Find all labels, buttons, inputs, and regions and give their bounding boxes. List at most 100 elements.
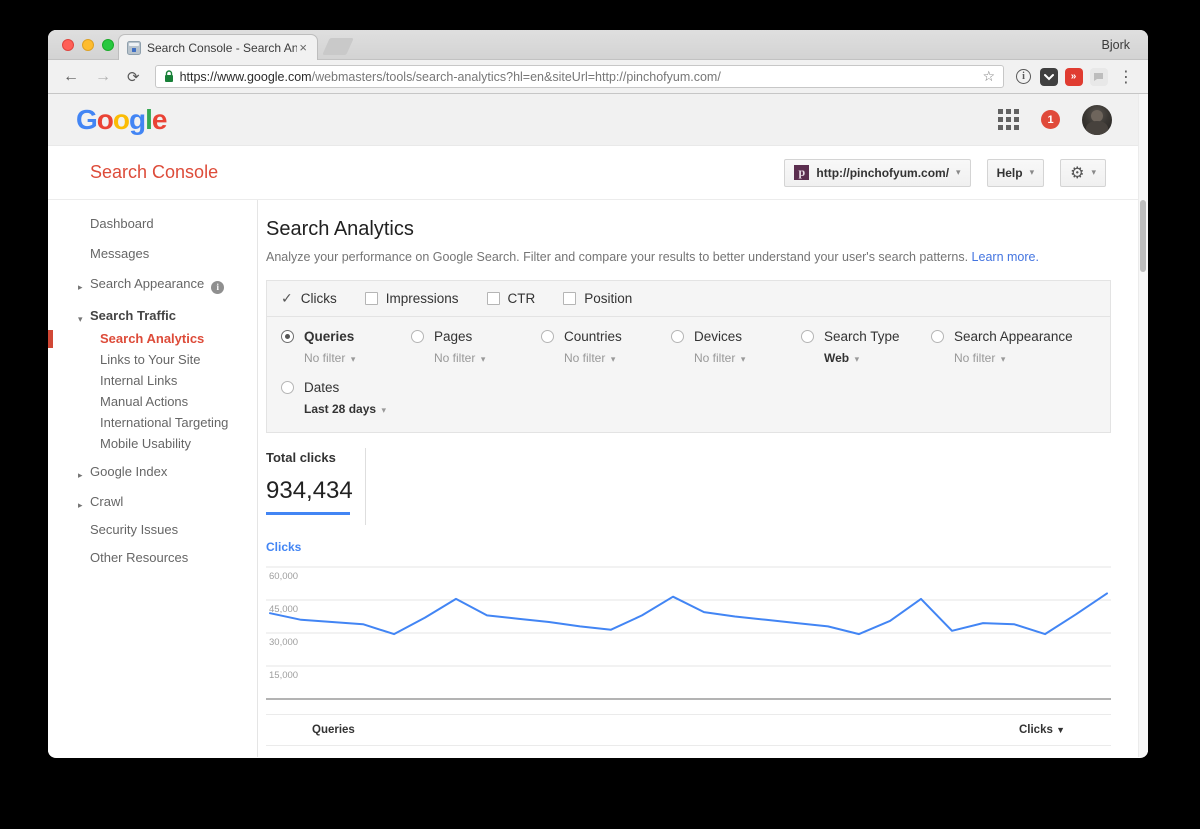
- metric-checkbox-clicks[interactable]: ✓Clicks: [281, 290, 337, 307]
- dimension-filter-countries[interactable]: No filter ▾: [564, 351, 671, 365]
- total-clicks-label: Total clicks: [266, 450, 365, 465]
- info-extension-icon[interactable]: i: [1014, 67, 1033, 86]
- pocket-extension-icon[interactable]: [1039, 67, 1058, 86]
- column-clicks-sort[interactable]: Clicks ▼: [1019, 724, 1065, 736]
- dimension-radio-devices[interactable]: Devices: [671, 329, 801, 344]
- red-extension-icon[interactable]: »: [1064, 67, 1083, 86]
- metric-checkbox-impressions[interactable]: Impressions: [365, 291, 459, 306]
- google-apps-icon[interactable]: [998, 109, 1019, 130]
- sidebar-item-crawl[interactable]: ▸ Crawl: [48, 494, 257, 510]
- sort-desc-icon: ▼: [1056, 725, 1065, 735]
- dimension-radio-countries[interactable]: Countries: [541, 329, 671, 344]
- browser-window: Search Console - Search Analy × Bjork ← …: [48, 30, 1148, 758]
- metric-checkbox-position[interactable]: Position: [563, 291, 632, 306]
- y-axis-tick-label: 30,000: [269, 637, 298, 648]
- page-description: Analyze your performance on Google Searc…: [266, 250, 1111, 264]
- page-scrollbar[interactable]: [1138, 94, 1148, 757]
- radio-empty: [281, 381, 294, 394]
- dimension-radio-pages[interactable]: Pages: [411, 329, 541, 344]
- sidebar-item-manual-actions[interactable]: Manual Actions: [48, 394, 257, 410]
- window-zoom-button[interactable]: [102, 39, 114, 51]
- sidebar-item-label: Internal Links: [100, 373, 177, 388]
- settings-dropdown[interactable]: ⚙ ▾: [1060, 159, 1106, 187]
- filter-value: Web: [824, 351, 849, 365]
- metric-checkbox-ctr[interactable]: CTR: [487, 291, 536, 306]
- dimension-label: Search Appearance: [954, 329, 1073, 344]
- dimension-filter-search-appearance[interactable]: No filter ▾: [954, 351, 1096, 365]
- desktop-background: Search Console - Search Analy × Bjork ← …: [0, 0, 1200, 829]
- sidebar-item-security-issues[interactable]: Security Issues: [48, 522, 257, 538]
- chrome-profile-name[interactable]: Bjork: [1102, 38, 1130, 52]
- sidebar-item-label: Search Appearance: [90, 276, 204, 291]
- dimension-label: Devices: [694, 329, 742, 344]
- site-selector-dropdown[interactable]: p http://pinchofyum.com/ ▾: [784, 159, 970, 187]
- main-content: Search Analytics Analyze your performanc…: [258, 200, 1148, 757]
- dimension-radio-dates[interactable]: Dates: [281, 380, 411, 395]
- https-lock-icon: [164, 70, 174, 83]
- chrome-menu-icon[interactable]: ⋮: [1114, 67, 1138, 87]
- back-button[interactable]: ←: [58, 67, 84, 87]
- metric-label: Impressions: [386, 291, 459, 306]
- sidebar-item-links-to-your-site[interactable]: Links to Your Site: [48, 352, 257, 368]
- totals-section: Total clicks 934,434: [266, 448, 1111, 525]
- dimension-filter-queries[interactable]: No filter ▾: [304, 351, 411, 365]
- radio-empty: [411, 330, 424, 343]
- dimensions-area: Queries No filter ▾ Pages No filter ▾ Countr…: [267, 317, 1110, 432]
- account-avatar[interactable]: [1082, 105, 1112, 135]
- window-minimize-button[interactable]: [82, 39, 94, 51]
- product-title[interactable]: Search Console: [90, 162, 218, 183]
- dimension-label: Countries: [564, 329, 622, 344]
- sidebar-item-international-targeting[interactable]: International Targeting: [48, 415, 257, 431]
- gear-icon: ⚙: [1070, 163, 1084, 183]
- sidebar-item-other-resources[interactable]: Other Resources: [48, 550, 257, 566]
- site-favicon: p: [794, 165, 809, 180]
- sidebar-item-label: Mobile Usability: [100, 436, 191, 451]
- sidebar-item-label: Crawl: [90, 494, 123, 509]
- address-bar[interactable]: https://www.google.com/webmasters/tools/…: [155, 65, 1004, 88]
- filter-value: No filter: [434, 351, 475, 365]
- sidebar-item-messages[interactable]: Messages: [48, 246, 257, 262]
- filter-value: No filter: [954, 351, 995, 365]
- column-queries[interactable]: Queries: [312, 724, 355, 736]
- radio-empty: [541, 330, 554, 343]
- tab-favicon-icon: [127, 41, 141, 55]
- chevron-down-icon: ▾: [608, 354, 615, 364]
- dimension-label: Pages: [434, 329, 472, 344]
- info-icon[interactable]: i: [211, 281, 224, 294]
- sidebar-item-label: Search Analytics: [100, 331, 204, 346]
- dimension-filter-devices[interactable]: No filter ▾: [694, 351, 801, 365]
- total-clicks-card[interactable]: Total clicks 934,434: [266, 448, 366, 525]
- sidebar-nav: Dashboard Messages ▸ Search Appearance i ▾Sea…: [48, 200, 258, 757]
- sidebar-item-label: Messages: [90, 246, 149, 261]
- reload-button[interactable]: ⟳: [122, 66, 145, 88]
- dimension-filter-pages[interactable]: No filter ▾: [434, 351, 541, 365]
- notifications-badge[interactable]: 1: [1041, 110, 1060, 129]
- filter-value: No filter: [564, 351, 605, 365]
- dimension-filter-search-type[interactable]: Web ▾: [824, 351, 931, 365]
- bookmark-star-icon[interactable]: ☆: [982, 68, 995, 85]
- google-logo[interactable]: Google: [76, 104, 166, 136]
- sidebar-item-google-index[interactable]: ▸Google Index: [48, 464, 257, 480]
- help-dropdown[interactable]: Help ▾: [987, 159, 1045, 187]
- window-close-button[interactable]: [62, 39, 74, 51]
- dimension-filter-dates[interactable]: Last 28 days ▾: [304, 402, 411, 416]
- chat-extension-icon[interactable]: [1089, 67, 1108, 86]
- sidebar-item-search-analytics[interactable]: Search Analytics: [48, 331, 257, 347]
- sidebar-item-mobile-usability[interactable]: Mobile Usability: [48, 436, 257, 452]
- chevron-right-icon: ▸: [78, 497, 83, 513]
- sidebar-item-internal-links[interactable]: Internal Links: [48, 373, 257, 389]
- browser-tab[interactable]: Search Console - Search Analy ×: [118, 34, 318, 60]
- sidebar-item-search-appearance[interactable]: ▸Search Appearancei: [48, 276, 257, 294]
- new-tab-button[interactable]: [322, 38, 354, 55]
- sidebar-item-dashboard[interactable]: Dashboard: [48, 216, 257, 232]
- url-text[interactable]: https://www.google.com/webmasters/tools/…: [180, 70, 977, 84]
- dimension-radio-search-appearance[interactable]: Search Appearance: [931, 329, 1096, 344]
- learn-more-link[interactable]: Learn more.: [972, 250, 1039, 264]
- dimension-radio-search-type[interactable]: Search Type: [801, 329, 931, 344]
- selected-indicator: [48, 330, 53, 348]
- sidebar-item-search-traffic[interactable]: ▾Search Traffic: [48, 308, 257, 324]
- dimension-radio-queries[interactable]: Queries: [281, 329, 411, 344]
- tab-close-icon[interactable]: ×: [297, 40, 309, 55]
- dimension-label: Dates: [304, 380, 339, 395]
- scrollbar-thumb[interactable]: [1140, 200, 1146, 272]
